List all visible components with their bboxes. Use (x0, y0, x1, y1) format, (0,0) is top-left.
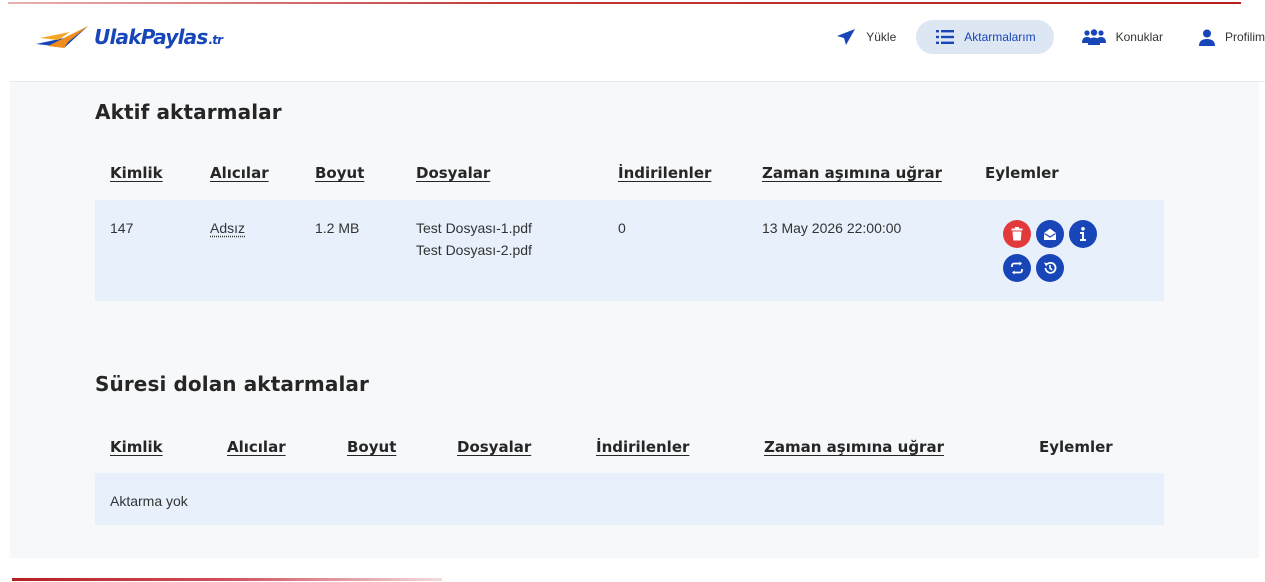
col-size-header[interactable]: Boyut (347, 438, 396, 456)
delete-button[interactable] (1003, 220, 1031, 248)
col-id-header[interactable]: Kimlik (110, 438, 163, 456)
cell-size: 1.2 MB (315, 220, 360, 236)
cell-downloads: 0 (618, 220, 626, 236)
table-row (95, 473, 1164, 525)
brand-logo[interactable]: UlakPaylas.tr (34, 22, 223, 52)
col-actions-header: Eylemler (985, 164, 1059, 182)
cell-recipients[interactable]: Adsız (210, 218, 245, 238)
info-icon (1080, 227, 1086, 241)
nav-transfers-label: Aktarmalarım (964, 30, 1036, 44)
top-accent-line (8, 2, 1241, 4)
trash-icon (1011, 227, 1023, 241)
nav-profile-label: Profilim (1224, 30, 1265, 44)
col-downloads-header[interactable]: İndirilenler (618, 164, 711, 182)
details-button[interactable] (1069, 220, 1097, 248)
col-size-header[interactable]: Boyut (315, 164, 364, 182)
col-files-header[interactable]: Dosyalar (457, 438, 531, 456)
cell-file-1: Test Dosyası-1.pdf (416, 220, 532, 236)
extend-expiry-button[interactable] (1036, 254, 1064, 282)
nav-upload-label: Yükle (866, 30, 897, 44)
brand-name: UlakPaylas.tr (94, 25, 223, 49)
list-icon (936, 30, 955, 44)
send-reminder-button[interactable] (1036, 220, 1064, 248)
table-row[interactable] (95, 200, 1164, 301)
nav-upload[interactable]: Yükle (836, 20, 896, 54)
paper-plane-logo-icon (36, 26, 88, 48)
top-navbar: UlakPaylas.tr Yükle Aktarmalarım Konukla… (10, 6, 1265, 82)
resend-button[interactable] (1003, 254, 1031, 282)
nav-guests[interactable]: Konuklar (1081, 20, 1163, 54)
active-transfers-title: Aktif aktarmalar (95, 100, 282, 124)
cell-id: 147 (110, 220, 134, 236)
col-recipients-header[interactable]: Alıcılar (227, 438, 286, 456)
cell-file-2: Test Dosyası-2.pdf (416, 242, 532, 258)
repeat-icon (1011, 261, 1023, 275)
col-expires-header[interactable]: Zaman aşımına uğrar (764, 438, 944, 456)
nav-transfers[interactable]: Aktarmalarım (916, 20, 1054, 54)
paper-plane-icon (837, 29, 856, 45)
col-recipients-header[interactable]: Alıcılar (210, 164, 269, 182)
col-actions-header: Eylemler (1039, 438, 1113, 456)
main-nav: Yükle Aktarmalarım Konuklar Profilim (816, 20, 1265, 54)
col-id-header[interactable]: Kimlik (110, 164, 163, 182)
expired-transfers-title: Süresi dolan aktarmalar (95, 372, 369, 396)
col-files-header[interactable]: Dosyalar (416, 164, 490, 182)
nav-guests-label: Konuklar (1115, 30, 1163, 44)
history-icon (1044, 261, 1057, 274)
envelope-open-icon (1044, 228, 1056, 240)
cell-expires: 13 May 2026 22:00:00 (762, 220, 902, 236)
user-icon (1198, 29, 1215, 46)
col-downloads-header[interactable]: İndirilenler (596, 438, 689, 456)
bottom-accent-line (12, 578, 442, 581)
main-content: Aktif aktarmalar Kimlik Alıcılar Boyut D… (10, 82, 1259, 558)
empty-state-text: Aktarma yok (110, 493, 188, 509)
users-icon (1081, 29, 1106, 45)
nav-profile[interactable]: Profilim (1198, 20, 1265, 54)
col-expires-header[interactable]: Zaman aşımına uğrar (762, 164, 942, 182)
